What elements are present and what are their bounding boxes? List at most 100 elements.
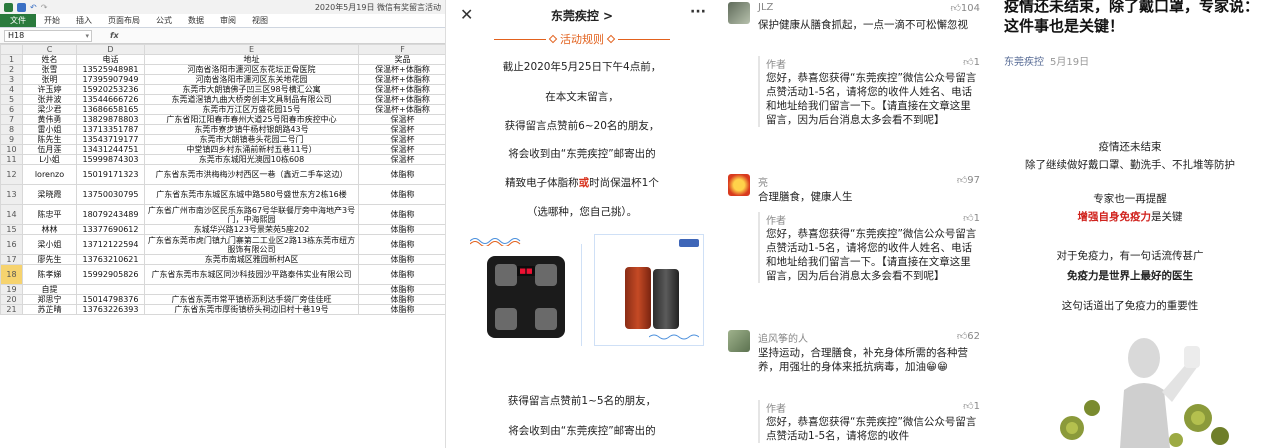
row-header[interactable]: 13	[0, 184, 23, 205]
name-cell[interactable]: 雷小姐	[22, 124, 77, 135]
address-cell[interactable]: 广东省东莞市东城区同沙科技园沙平路泰伟实业有限公司	[144, 264, 359, 285]
avatar[interactable]	[728, 330, 750, 352]
prize-cell[interactable]: 体脂称	[358, 264, 445, 285]
row-header[interactable]: 8	[0, 124, 23, 135]
row-header[interactable]: 1	[0, 54, 23, 65]
name-cell[interactable]: 梁晓霞	[22, 184, 77, 205]
undo-icon[interactable]: ↶	[30, 3, 37, 12]
phone-cell[interactable]: 13377690612	[76, 224, 145, 235]
tab-insert[interactable]: 插入	[68, 14, 100, 27]
column-header[interactable]: C	[22, 44, 77, 55]
tab-data[interactable]: 数据	[180, 14, 212, 27]
row-header[interactable]: 21	[0, 304, 23, 315]
phone-cell[interactable]: 15992905826	[76, 264, 145, 285]
avatar[interactable]	[728, 174, 750, 196]
prize-cell[interactable]: 体脂称	[358, 224, 445, 235]
phone-cell[interactable]: 15920253236	[76, 84, 145, 95]
name-box[interactable]: H18	[4, 29, 92, 42]
tab-formulas[interactable]: 公式	[148, 14, 180, 27]
phone-cell[interactable]: 13525948981	[76, 64, 145, 75]
row-header[interactable]: 9	[0, 134, 23, 145]
name-cell[interactable]: 伍月莲	[22, 144, 77, 155]
address-cell[interactable]: 东莞市南城区雅园新村A区	[144, 254, 359, 265]
prize-cell[interactable]: 保温杯+体脂称	[358, 94, 445, 105]
account-title[interactable]: 东莞疾控 >	[551, 7, 613, 24]
address-cell[interactable]	[144, 284, 359, 295]
like-button[interactable]: 👍︎104	[950, 2, 980, 14]
row-header[interactable]: 19	[0, 284, 23, 295]
commenter-name[interactable]: 追风筝的人	[758, 330, 808, 345]
prize-cell[interactable]: 保温杯+体脂称	[358, 74, 445, 85]
address-cell[interactable]: 中堂镇四乡村东涌前新村五巷11号）	[144, 144, 359, 155]
phone-cell[interactable]: 13750030795	[76, 184, 145, 205]
phone-cell[interactable]: 13544666726	[76, 94, 145, 105]
tab-file[interactable]: 文件	[0, 14, 36, 27]
like-button[interactable]: 👍︎62	[957, 330, 980, 342]
address-cell[interactable]: 东莞市大朗镇巷头花园二号门	[144, 134, 359, 145]
select-all-corner[interactable]	[0, 44, 23, 55]
phone-cell[interactable]: 电话	[76, 54, 145, 65]
name-cell[interactable]: 张井波	[22, 94, 77, 105]
tab-review[interactable]: 审阅	[212, 14, 244, 27]
row-header[interactable]: 20	[0, 294, 23, 305]
row-header[interactable]: 10	[0, 144, 23, 155]
address-cell[interactable]: 广东省广州市南沙区民乐东路67号华联餐厅旁中海地产3号门，中海熙园	[144, 204, 359, 225]
address-cell[interactable]: 东莞市东城阳光澳园10栋608	[144, 154, 359, 165]
prize-cell[interactable]: 保温杯	[358, 114, 445, 125]
column-header[interactable]: E	[144, 44, 359, 55]
commenter-name[interactable]: JLZ	[758, 2, 773, 13]
address-cell[interactable]: 东莞道滘镇九曲大桥旁创丰文具制品有限公司	[144, 94, 359, 105]
reply-like-button[interactable]: 👍︎1	[963, 56, 980, 68]
name-cell[interactable]: 苏芷晴	[22, 304, 77, 315]
row-header[interactable]: 11	[0, 154, 23, 165]
name-cell[interactable]: 林林	[22, 224, 77, 235]
name-cell[interactable]: 黄伟勇	[22, 114, 77, 125]
row-header[interactable]: 18	[0, 264, 23, 285]
phone-cell[interactable]	[76, 284, 145, 295]
tab-home[interactable]: 开始	[36, 14, 68, 27]
row-header[interactable]: 3	[0, 74, 23, 85]
prize-cell[interactable]: 保温杯	[358, 124, 445, 135]
address-cell[interactable]: 东莞市万江区万盛花园15号	[144, 104, 359, 115]
like-button[interactable]: 👍︎97	[957, 174, 980, 186]
name-cell[interactable]: 自提	[22, 284, 77, 295]
phone-cell[interactable]: 15014798376	[76, 294, 145, 305]
prize-cell[interactable]: 奖品	[358, 54, 445, 65]
row-header[interactable]: 17	[0, 254, 23, 265]
row-header[interactable]: 15	[0, 224, 23, 235]
reply-like-button[interactable]: 👍︎1	[963, 400, 980, 412]
phone-cell[interactable]: 13712122594	[76, 234, 145, 255]
phone-cell[interactable]: 13763210621	[76, 254, 145, 265]
prize-cell[interactable]: 体脂称	[358, 294, 445, 305]
close-icon[interactable]: ✕	[460, 5, 473, 24]
address-cell[interactable]: 东莞市寮步镇牛杨村银朗路43号	[144, 124, 359, 135]
phone-cell[interactable]: 13829878803	[76, 114, 145, 125]
prize-cell[interactable]: 体脂称	[358, 304, 445, 315]
name-cell[interactable]: lorenzo	[22, 164, 77, 185]
prize-cell[interactable]: 保温杯+体脂称	[358, 104, 445, 115]
row-header[interactable]: 2	[0, 64, 23, 75]
prize-cell[interactable]: 保温杯+体脂称	[358, 64, 445, 75]
tab-page-layout[interactable]: 页面布局	[100, 14, 148, 27]
prize-cell[interactable]: 体脂称	[358, 184, 445, 205]
name-cell[interactable]: 陈忠平	[22, 204, 77, 225]
save-icon[interactable]	[17, 2, 26, 12]
address-cell[interactable]: 东莞市大朗镇佛子凹三区98号横汇公寓	[144, 84, 359, 95]
name-cell[interactable]: 梁少君	[22, 104, 77, 115]
name-cell[interactable]: 张雪	[22, 64, 77, 75]
prize-cell[interactable]: 体脂称	[358, 204, 445, 225]
name-cell[interactable]: 陈孝娣	[22, 264, 77, 285]
phone-cell[interactable]: 13763226393	[76, 304, 145, 315]
address-cell[interactable]: 广东省阳江阳春市春州大道25号阳春市疾控中心	[144, 114, 359, 125]
phone-cell[interactable]: 13543719177	[76, 134, 145, 145]
row-header[interactable]: 4	[0, 84, 23, 95]
prize-cell[interactable]: 体脂称	[358, 284, 445, 295]
column-header[interactable]: F	[358, 44, 445, 55]
prize-cell[interactable]: 保温杯+体脂称	[358, 84, 445, 95]
name-cell[interactable]: 陈先生	[22, 134, 77, 145]
name-cell[interactable]: 张明	[22, 74, 77, 85]
row-header[interactable]: 16	[0, 234, 23, 255]
prize-cell[interactable]: 体脂称	[358, 254, 445, 265]
phone-cell[interactable]: 13713351787	[76, 124, 145, 135]
phone-cell[interactable]: 15999874303	[76, 154, 145, 165]
